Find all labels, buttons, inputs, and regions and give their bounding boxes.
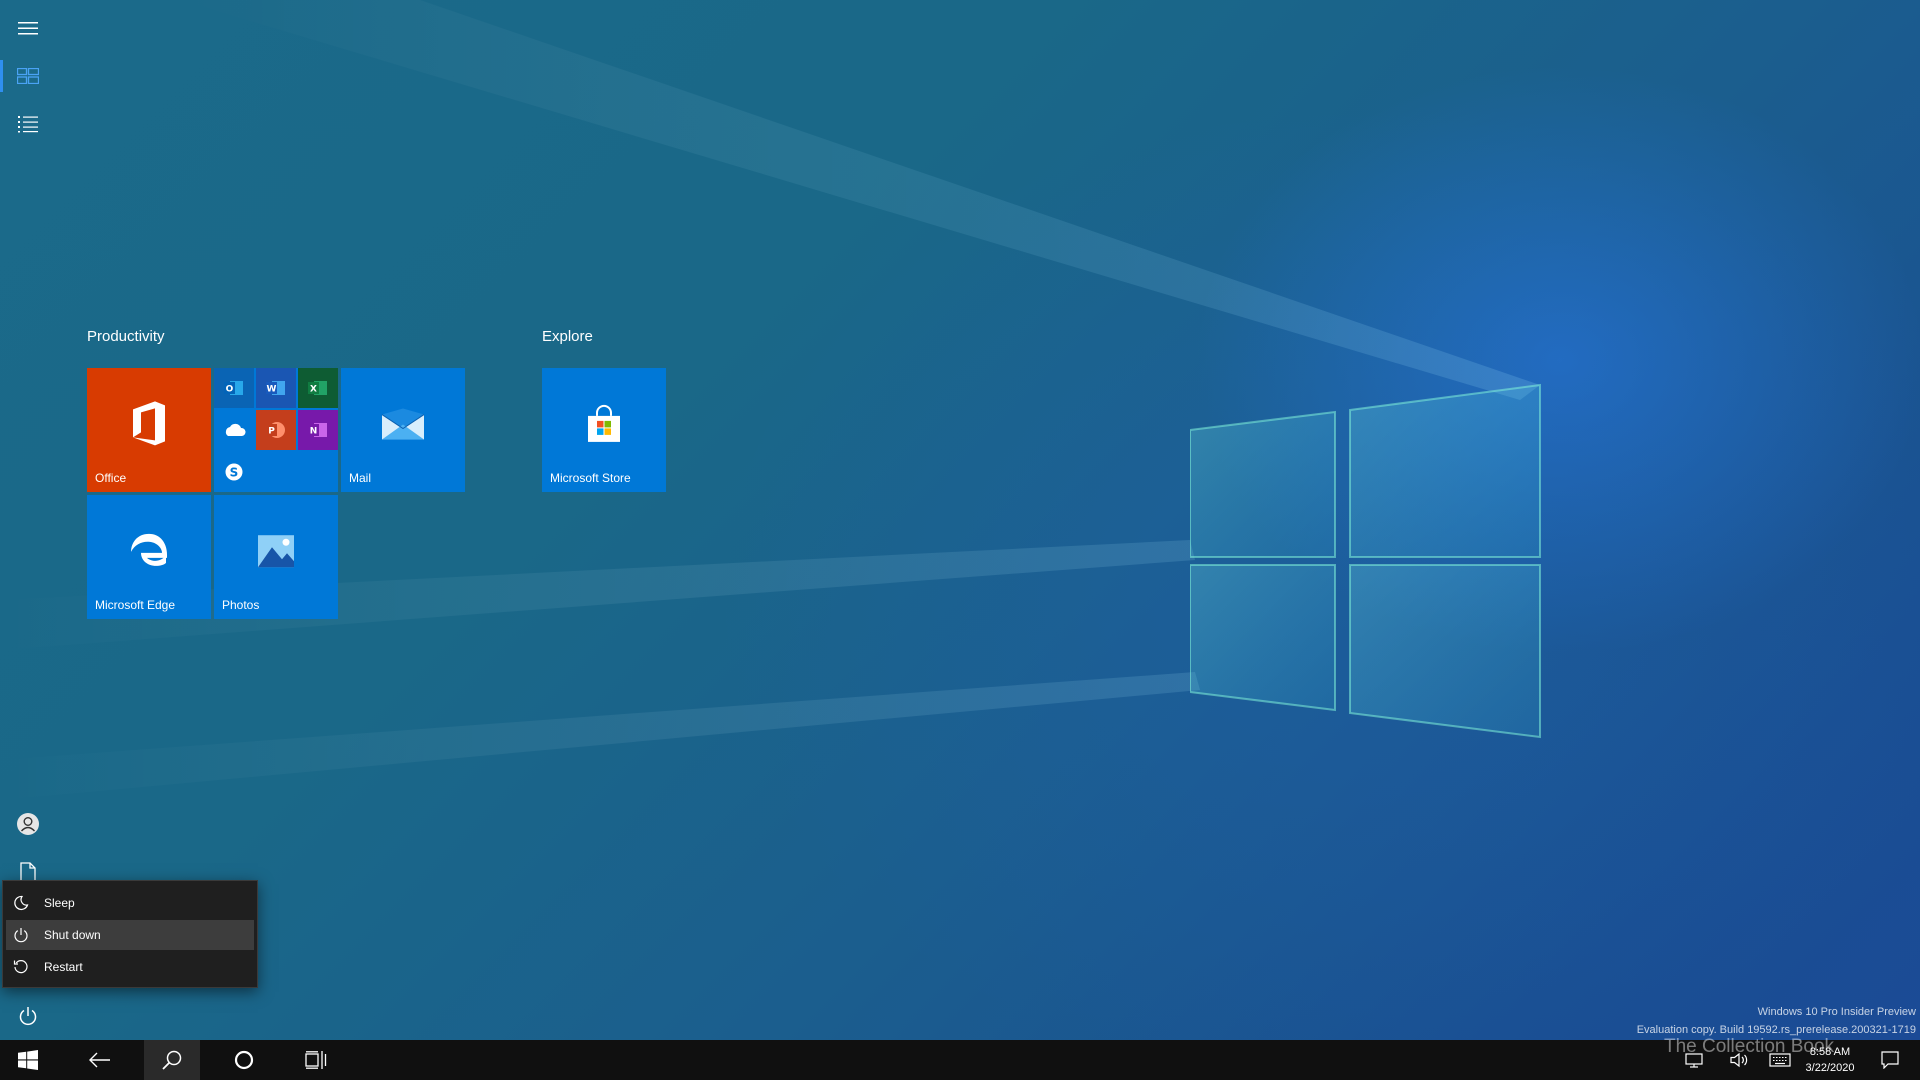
mail-icon <box>381 408 425 446</box>
mini-tile-word[interactable]: W <box>256 368 296 408</box>
action-center-button[interactable] <box>1872 1040 1908 1080</box>
menu-item-sleep[interactable]: Sleep <box>6 888 254 918</box>
tile-label: Photos <box>222 598 260 612</box>
all-apps-list-icon <box>18 116 38 133</box>
tile-label: Microsoft Edge <box>95 598 176 612</box>
restart-icon <box>13 960 28 974</box>
group-title-productivity[interactable]: Productivity <box>87 328 165 345</box>
skype-icon: S <box>225 463 243 481</box>
power-icon <box>14 928 28 943</box>
documents-icon <box>20 862 36 882</box>
svg-text:P: P <box>268 427 275 437</box>
mini-tile-onenote[interactable]: N <box>298 410 338 450</box>
start-icon <box>18 1050 38 1070</box>
onedrive-icon <box>225 423 246 436</box>
all-apps-button[interactable] <box>0 100 56 148</box>
menu-item-restart[interactable]: Restart <box>6 952 254 982</box>
search-button[interactable] <box>144 1040 200 1080</box>
taskbar: 8:58 AM 3/22/2020 <box>0 1040 1920 1080</box>
user-account-icon <box>17 813 39 835</box>
back-icon <box>89 1052 110 1068</box>
watermark-build: Evaluation copy. Build 19592.rs_prerelea… <box>1636 1024 1916 1036</box>
tile-microsoft-store[interactable]: Microsoft Store <box>542 368 666 492</box>
power-options-menu: Sleep Shut down Restart <box>2 880 258 988</box>
tile-microsoft-edge[interactable]: Microsoft Edge <box>87 495 211 619</box>
onenote-icon: N <box>308 423 327 437</box>
svg-text:N: N <box>310 427 318 437</box>
start-button[interactable] <box>0 1040 56 1080</box>
task-view-icon <box>305 1051 327 1069</box>
power-icon <box>19 1007 37 1026</box>
task-view-button[interactable] <box>288 1040 344 1080</box>
mini-tile-skype[interactable]: S <box>214 452 254 492</box>
search-icon <box>162 1050 182 1070</box>
office-icon <box>129 400 169 451</box>
menu-item-shut-down[interactable]: Shut down <box>6 920 254 950</box>
mini-tile-outlook[interactable]: O <box>214 368 254 408</box>
tile-label: Office <box>95 471 127 485</box>
microsoft-store-icon <box>584 404 624 449</box>
expand-menu-button[interactable] <box>0 4 56 52</box>
mini-tile-powerpoint[interactable]: P <box>256 410 296 450</box>
hamburger-icon <box>18 22 38 35</box>
power-button[interactable] <box>0 992 56 1040</box>
tile-office-apps-folder[interactable]: O W X P N S <box>214 368 338 492</box>
powerpoint-icon: P <box>266 422 285 438</box>
tiles-icon <box>17 68 39 84</box>
excel-icon: X <box>308 381 327 395</box>
menu-item-label: Sleep <box>44 896 75 910</box>
windows-logo-wallpaper <box>1190 383 1541 739</box>
cortana-button[interactable] <box>216 1040 272 1080</box>
cortana-icon <box>234 1050 254 1070</box>
svg-text:X: X <box>310 385 317 395</box>
watermark-edition: Windows 10 Pro Insider Preview <box>1757 1006 1916 1018</box>
tile-label: Microsoft Store <box>550 471 631 485</box>
user-account-button[interactable] <box>0 800 56 848</box>
moon-icon <box>14 895 29 911</box>
back-button[interactable] <box>72 1040 128 1080</box>
mini-tile-excel[interactable]: X <box>298 368 338 408</box>
photos-icon <box>256 533 296 574</box>
tile-label: Mail <box>349 471 372 485</box>
svg-text:O: O <box>226 385 234 395</box>
svg-text:S: S <box>230 466 239 480</box>
notification-icon <box>1881 1051 1899 1069</box>
tile-office[interactable]: Office <box>87 368 211 492</box>
tile-photos[interactable]: Photos <box>214 495 338 619</box>
outlook-icon: O <box>224 381 243 395</box>
svg-text:W: W <box>267 385 277 395</box>
tile-mail[interactable]: Mail <box>341 368 465 492</box>
site-brand-watermark: The Collection Book <box>1664 1036 1835 1057</box>
pinned-tiles-button[interactable] <box>0 52 56 100</box>
word-icon: W <box>266 381 285 395</box>
menu-item-label: Shut down <box>44 928 101 942</box>
group-title-explore[interactable]: Explore <box>542 328 593 345</box>
mini-tile-onedrive[interactable] <box>214 410 254 450</box>
clock-date: 3/22/2020 <box>1805 1062 1855 1074</box>
edge-icon <box>129 531 169 576</box>
menu-item-label: Restart <box>44 960 83 974</box>
